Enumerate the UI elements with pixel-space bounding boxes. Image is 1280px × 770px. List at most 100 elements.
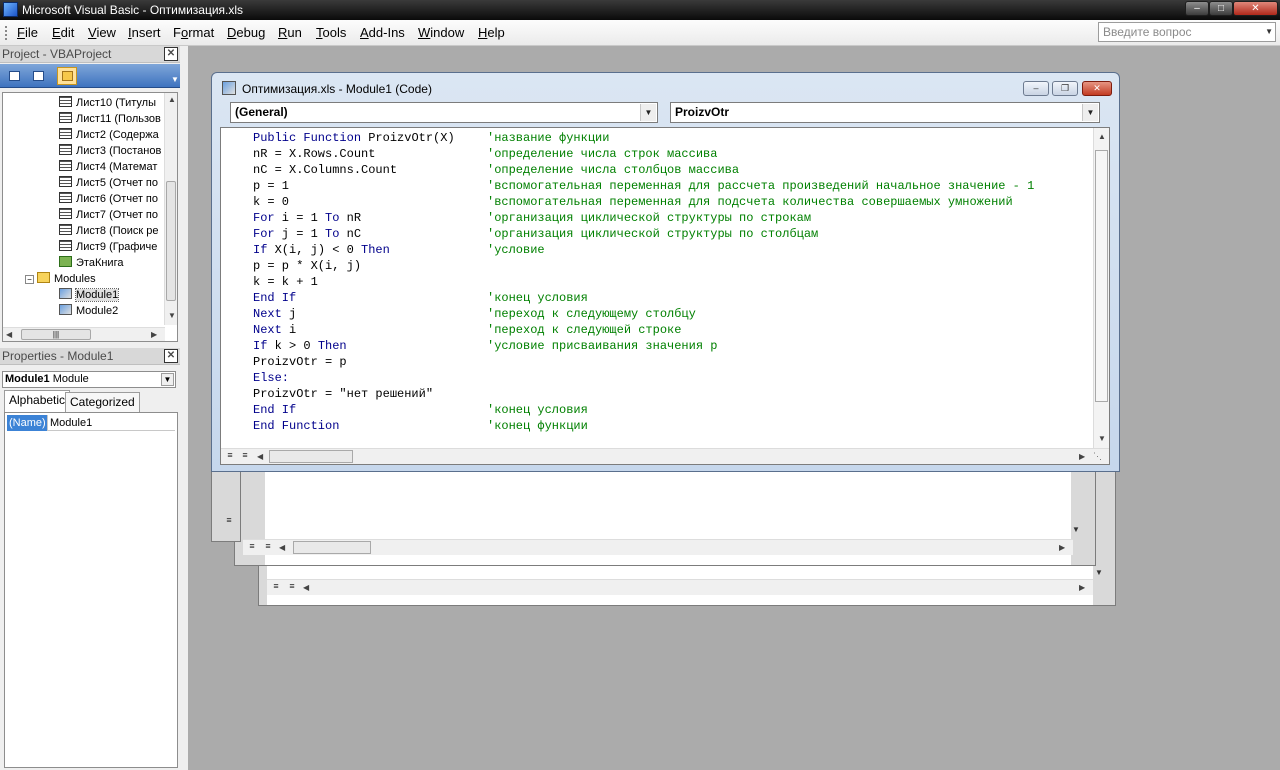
code-line[interactable]: Public Function ProizvOtr(X) 'название ф… [253, 130, 1034, 146]
scroll-down-icon[interactable]: ▼ [1069, 523, 1083, 537]
tree-item[interactable]: Лист10 (Титулы [59, 95, 156, 111]
property-value[interactable]: Module1 [47, 415, 92, 431]
toggle-folders-button[interactable] [57, 67, 77, 85]
scroll-down-icon[interactable]: ▼ [1098, 434, 1106, 443]
properties-object-select[interactable]: Module1 Module ▼ [2, 371, 176, 388]
resize-grip-icon[interactable]: ⋱ [1093, 451, 1102, 462]
background-code-window-1[interactable]: ≡ [211, 470, 241, 542]
scroll-left-icon[interactable]: ◀ [257, 452, 263, 461]
code-line[interactable]: p = 1 'вспомогательная переменная для рас… [253, 178, 1034, 194]
menu-insert[interactable]: Insert [128, 25, 161, 41]
horizontal-scrollbar[interactable]: ≡ ≡ ◀ ▶ [267, 579, 1093, 595]
code-line[interactable]: nC = X.Columns.Count 'определение числа с… [253, 162, 1034, 178]
tree-item[interactable]: Лист9 (Графиче [59, 239, 157, 255]
menu-view[interactable]: View [88, 25, 116, 41]
code-horizontal-scrollbar[interactable]: ≡ ≡ ◀ ▶ ⋱ [221, 448, 1109, 464]
scroll-thumb[interactable] [166, 181, 176, 301]
code-line[interactable]: p = p * X(i, j) [253, 258, 1034, 274]
code-line[interactable]: k = k + 1 [253, 274, 1034, 290]
menu-format[interactable]: Format [173, 25, 214, 41]
tree-item[interactable]: Лист11 (Пользов [59, 111, 161, 127]
scroll-up-icon[interactable]: ▲ [1098, 132, 1106, 141]
chevron-down-icon[interactable]: ▼ [1082, 104, 1098, 121]
scroll-left-icon[interactable]: ◀ [279, 543, 285, 552]
procedure-view-icon[interactable]: ≡ [223, 450, 237, 463]
code-restore-button[interactable]: ❐ [1052, 81, 1078, 96]
chevron-down-icon[interactable]: ▼ [161, 373, 174, 386]
code-line[interactable]: If k > 0 Then'условие присваивания значе… [253, 338, 1034, 354]
menu-run[interactable]: Run [278, 25, 302, 41]
code-line[interactable]: End Function 'конец функции [253, 418, 1034, 434]
menu-edit[interactable]: Edit [52, 25, 74, 41]
code-line[interactable]: Next i'переход к следующей строке [253, 322, 1034, 338]
module-icon[interactable] [222, 81, 236, 95]
tree-item[interactable]: ЭтаКнига [59, 255, 123, 271]
procedure-select[interactable]: ProizvOtr ▼ [670, 102, 1100, 123]
menu-debug[interactable]: Debug [227, 25, 265, 41]
full-module-view-icon[interactable]: ≡ [238, 450, 252, 463]
scroll-down-icon[interactable]: ▼ [1092, 566, 1106, 580]
chevron-down-icon[interactable]: ▼ [1265, 23, 1273, 41]
scroll-left-icon[interactable]: ◀ [6, 330, 12, 339]
procedure-view-icon[interactable]: ≡ [269, 581, 283, 594]
code-line[interactable]: If X(i, j) < 0 Then'условие [253, 242, 1034, 258]
scroll-thumb[interactable] [293, 541, 371, 554]
scroll-thumb[interactable] [269, 450, 353, 463]
vba-app-icon[interactable] [3, 2, 18, 17]
menu-help[interactable]: Help [478, 25, 505, 41]
code-lines[interactable]: Public Function ProizvOtr(X) 'название ф… [253, 130, 1034, 434]
scroll-thumb[interactable] [1095, 150, 1108, 402]
property-row[interactable]: (Name) Module1 [7, 415, 175, 431]
view-object-button[interactable] [28, 67, 48, 85]
scroll-right-icon[interactable]: ▶ [1079, 452, 1085, 461]
code-line[interactable]: Next j'переход к следующему столбцу [253, 306, 1034, 322]
tree-item[interactable]: Лист8 (Поиск ре [59, 223, 159, 239]
background-code-window-2[interactable]: ▼ ≡ ≡ ◀ ▶ [234, 470, 1096, 566]
toolbar-grip[interactable] [5, 26, 7, 40]
code-line[interactable]: ProizvOtr = p [253, 354, 1034, 370]
full-module-view-icon[interactable]: ≡ [285, 581, 299, 594]
scroll-right-icon[interactable]: ▶ [1059, 543, 1065, 552]
chevron-down-icon[interactable]: ▼ [171, 75, 179, 84]
close-icon[interactable]: ✕ [164, 47, 178, 61]
code-line[interactable]: For j = 1 To nC'организация циклической … [253, 226, 1034, 242]
code-line[interactable]: k = 0 'вспомогательная переменная для под… [253, 194, 1034, 210]
scroll-right-icon[interactable]: ▶ [151, 330, 157, 339]
full-module-view-icon[interactable]: ≡ [261, 541, 275, 554]
object-select[interactable]: (General) ▼ [230, 102, 658, 123]
code-line[interactable]: End If 'конец условия [253, 402, 1034, 418]
tree-item[interactable]: − Modules [25, 271, 96, 287]
scroll-right-icon[interactable]: ▶ [1079, 583, 1085, 592]
code-line[interactable]: nR = X.Rows.Count 'определение числа стро… [253, 146, 1034, 162]
procedure-view-icon[interactable]: ≡ [245, 541, 259, 554]
collapse-icon[interactable]: − [25, 275, 34, 284]
tree-item[interactable]: Лист3 (Постанов [59, 143, 161, 159]
menu-add-ins[interactable]: Add-Ins [360, 25, 405, 41]
code-minimize-button[interactable]: – [1023, 81, 1049, 96]
tree-item[interactable]: Лист6 (Отчет по [59, 191, 158, 207]
view-code-button[interactable] [4, 67, 24, 85]
chevron-down-icon[interactable]: ▼ [640, 104, 656, 121]
scroll-left-icon[interactable]: ◀ [303, 583, 309, 592]
horizontal-scrollbar[interactable]: ≡ ≡ ◀ ▶ [243, 539, 1073, 555]
code-line[interactable]: For i = 1 To nR'организация циклической … [253, 210, 1034, 226]
code-line[interactable]: ProizvOtr = "нет решений" [253, 386, 1034, 402]
tree-item[interactable]: Лист2 (Содержа [59, 127, 159, 143]
tree-vertical-scrollbar[interactable]: ▲ ▼ [164, 93, 177, 325]
menu-file[interactable]: File [17, 25, 38, 41]
procedure-view-icon[interactable]: ≡ [222, 515, 236, 528]
tree-item[interactable]: Лист5 (Отчет по [59, 175, 158, 191]
minimize-button[interactable]: – [1185, 1, 1209, 16]
tree-item[interactable]: Module2 [59, 303, 118, 319]
ask-question-input[interactable]: Введите вопрос ▼ [1098, 22, 1276, 42]
tab-categorized[interactable]: Categorized [65, 392, 140, 412]
code-editor[interactable]: Public Function ProizvOtr(X) 'название ф… [220, 127, 1110, 465]
code-close-button[interactable]: ✕ [1082, 81, 1112, 96]
close-button[interactable]: ✕ [1233, 1, 1278, 16]
code-line[interactable]: End If 'конец условия [253, 290, 1034, 306]
tree-item[interactable]: Лист7 (Отчет по [59, 207, 158, 223]
menu-tools[interactable]: Tools [316, 25, 346, 41]
tree-item[interactable]: Module1 [59, 287, 120, 303]
code-line[interactable]: Else: [253, 370, 1034, 386]
scroll-up-icon[interactable]: ▲ [168, 95, 176, 104]
